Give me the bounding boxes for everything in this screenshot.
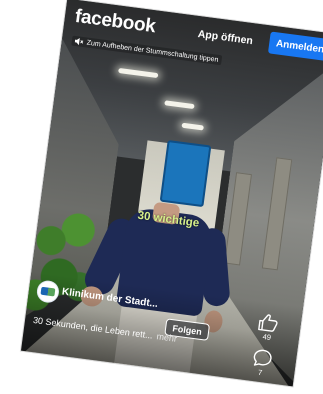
comment-bubble-icon bbox=[253, 349, 272, 366]
page-logo-icon bbox=[40, 286, 56, 297]
comment-action[interactable]: 7 bbox=[244, 347, 279, 379]
facebook-reel-screen: 30 wichtige facebook App öffnen Anmelden… bbox=[21, 0, 323, 387]
like-action[interactable]: 49 bbox=[250, 312, 285, 344]
face-blur-block bbox=[159, 139, 212, 208]
speaker-muted-icon bbox=[74, 38, 84, 46]
comment-count: 7 bbox=[257, 367, 263, 378]
like-count: 49 bbox=[262, 332, 272, 343]
thumbs-up-icon bbox=[258, 314, 278, 332]
